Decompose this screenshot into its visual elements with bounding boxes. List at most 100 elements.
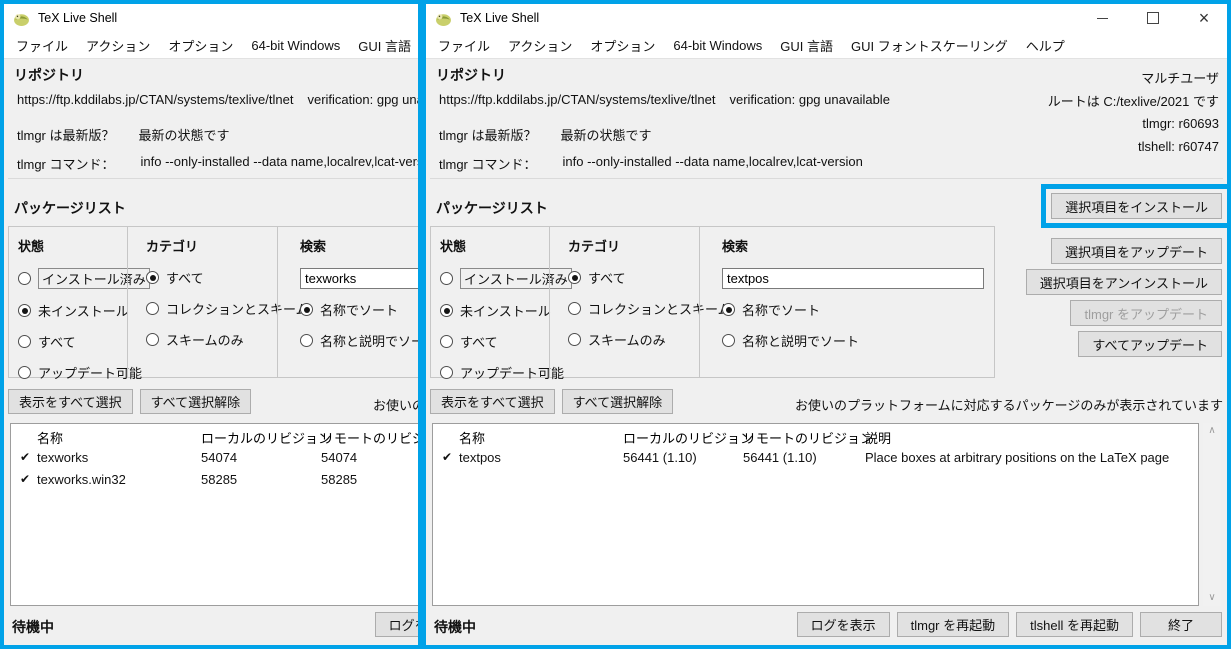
menu-item-options[interactable]: オプション [581,36,664,55]
menu-item-actions[interactable]: アクション [77,36,159,55]
radio-icon [568,271,581,284]
menu-item-file[interactable]: ファイル [7,36,77,55]
section-separator [8,178,422,179]
titlebar[interactable]: TeX Live Shell × [4,4,422,32]
radio-sort-name-desc[interactable]: 名称と説明でソート [722,331,994,350]
maximize-button[interactable] [1146,11,1160,25]
category-filter-group: カテゴリ すべて コレクションとスキーム スキームのみ [549,227,699,377]
status-filter-group: 状態 インストール済み 未インストール すべて [431,227,549,377]
menu-item-options[interactable]: オプション [159,36,242,55]
radio-icon [722,334,735,347]
show-log-button[interactable]: ログを表示 [375,612,422,637]
search-input[interactable] [300,268,422,289]
radio-installed[interactable]: インストール済み [18,268,127,289]
radio-sort-name[interactable]: 名称でソート [300,300,422,319]
table-header-name[interactable]: 名称 [459,428,485,447]
client-area: リポジトリ https://ftp.kddilabs.jp/CTAN/syste… [4,59,422,645]
table-row[interactable]: ✔ texworks.win32 58285 58285 [11,472,422,494]
table-row[interactable]: ✔ texworks 54074 54074 [11,450,422,472]
menu-item-gui-language[interactable]: GUI 言語 [771,36,842,55]
selection-buttons: 表示をすべて選択 すべて選択解除 [430,389,673,414]
radio-schemes-only[interactable]: スキームのみ [146,330,277,349]
menu-item-actions[interactable]: アクション [499,36,581,55]
radio-not-installed[interactable]: 未インストール [18,301,127,320]
scroll-up-icon[interactable]: ∧ [1208,426,1215,436]
window-controls: × [1095,4,1211,32]
menu-item-arch[interactable]: 64-bit Windows [242,38,349,53]
radio-sort-name-desc[interactable]: 名称と説明でソート [300,331,422,350]
radio-collections-schemes[interactable]: コレクションとスキーム [146,299,277,318]
window-left: TeX Live Shell × ファイル アクション オプション 64-bit… [0,0,422,649]
restart-tlshell-button[interactable]: tlshell を再起動 [1016,612,1133,637]
select-all-button[interactable]: 表示をすべて選択 [430,389,555,414]
radio-label: すべて [38,332,76,351]
package-list-heading: パッケージリスト [14,198,126,218]
radio-all[interactable]: すべて [18,332,127,351]
footer-buttons: ログを表示 tlmgr を再起動 tlshell を再起動 終了 [375,612,422,637]
search-input[interactable] [722,268,984,289]
radio-all[interactable]: すべて [440,332,549,351]
table-header-row: 名称 ローカルのリビジョン リモートのリビジョン 説明 [433,428,1198,450]
radio-sort-name[interactable]: 名称でソート [722,300,994,319]
radio-label: すべて [588,268,626,287]
radio-updatable[interactable]: アップデート可能 [440,363,549,382]
search-group: 検索 名称でソート 名称と説明でソート [277,227,422,377]
menu-item-gui-font-scaling[interactable]: GUI フォントスケーリング [842,36,1017,55]
radio-icon [440,335,453,348]
update-selected-button[interactable]: 選択項目をアップデート [1051,238,1222,264]
tlmgr-update-button: tlmgr をアップデート [1070,300,1222,326]
minimize-button[interactable] [1095,11,1109,25]
menu-item-gui-language[interactable]: GUI 言語 [349,36,420,55]
checkmark-icon[interactable]: ✔ [20,472,36,486]
menu-item-help[interactable]: ヘルプ [1017,36,1074,55]
platform-note: お使いのプラットフォームに対応するパッケージのみが表示されています [795,395,1223,414]
menu-item-arch[interactable]: 64-bit Windows [664,38,771,53]
radio-installed[interactable]: インストール済み [440,268,549,289]
clear-selection-button[interactable]: すべて選択解除 [562,389,674,414]
radio-collections-schemes[interactable]: コレクションとスキーム [568,299,699,318]
cell-remote-revision: 56441 (1.10) [743,450,817,465]
verification-status: verification: gpg unavailable [729,92,889,107]
table-header-local-revision[interactable]: ローカルのリビジョン [623,428,753,447]
table-header-description[interactable]: 説明 [865,428,891,447]
select-all-button[interactable]: 表示をすべて選択 [8,389,133,414]
restart-tlmgr-button[interactable]: tlmgr を再起動 [897,612,1010,637]
menu-item-file[interactable]: ファイル [429,36,499,55]
radio-icon [146,333,159,346]
radio-icon [568,302,581,315]
radio-label: すべて [166,268,204,287]
scrollbar[interactable]: ∧ ∨ [1203,423,1221,606]
show-log-button[interactable]: ログを表示 [797,612,890,637]
status-text: 待機中 [12,617,54,637]
close-button[interactable]: × [1197,11,1211,25]
table-header-remote-revision[interactable]: リモートのリビジョン [743,428,873,447]
radio-updatable[interactable]: アップデート可能 [18,363,127,382]
radio-not-installed[interactable]: 未インストール [440,301,549,320]
tlmgr-uptodate-value: 最新の状態です [561,125,652,144]
update-all-button[interactable]: すべてアップデート [1078,331,1222,357]
repository-heading: リポジトリ [14,65,84,85]
radio-schemes-only[interactable]: スキームのみ [568,330,699,349]
table-header-name[interactable]: 名称 [37,428,63,447]
table-row[interactable]: ✔ textpos 56441 (1.10) 56441 (1.10) Plac… [433,450,1198,472]
titlebar[interactable]: TeX Live Shell × [426,4,1227,32]
tlmgr-command-value: info --only-installed --data name,localr… [563,154,863,173]
table-header-local-revision[interactable]: ローカルのリビジョン [201,428,331,447]
radio-icon [18,304,31,317]
scroll-down-icon[interactable]: ∨ [1208,593,1215,603]
table-header-remote-revision[interactable]: リモートのリビジョン [321,428,422,447]
checkmark-icon[interactable]: ✔ [20,450,36,464]
install-selected-button[interactable]: 選択項目をインストール [1051,193,1222,219]
footer-buttons: ログを表示 tlmgr を再起動 tlshell を再起動 終了 [797,612,1222,637]
repository-heading: リポジトリ [436,65,506,85]
repository-url: https://ftp.kddilabs.jp/CTAN/systems/tex… [17,92,293,107]
cell-local-revision: 58285 [201,472,237,487]
tlmgr-uptodate-label: tlmgr は最新版？ [439,125,537,144]
quit-button[interactable]: 終了 [1140,612,1222,637]
radio-category-all[interactable]: すべて [568,268,699,287]
uninstall-selected-button[interactable]: 選択項目をアンインストール [1026,269,1222,295]
checkmark-icon[interactable]: ✔ [442,450,458,464]
radio-icon [440,366,453,379]
clear-selection-button[interactable]: すべて選択解除 [140,389,252,414]
radio-category-all[interactable]: すべて [146,268,277,287]
